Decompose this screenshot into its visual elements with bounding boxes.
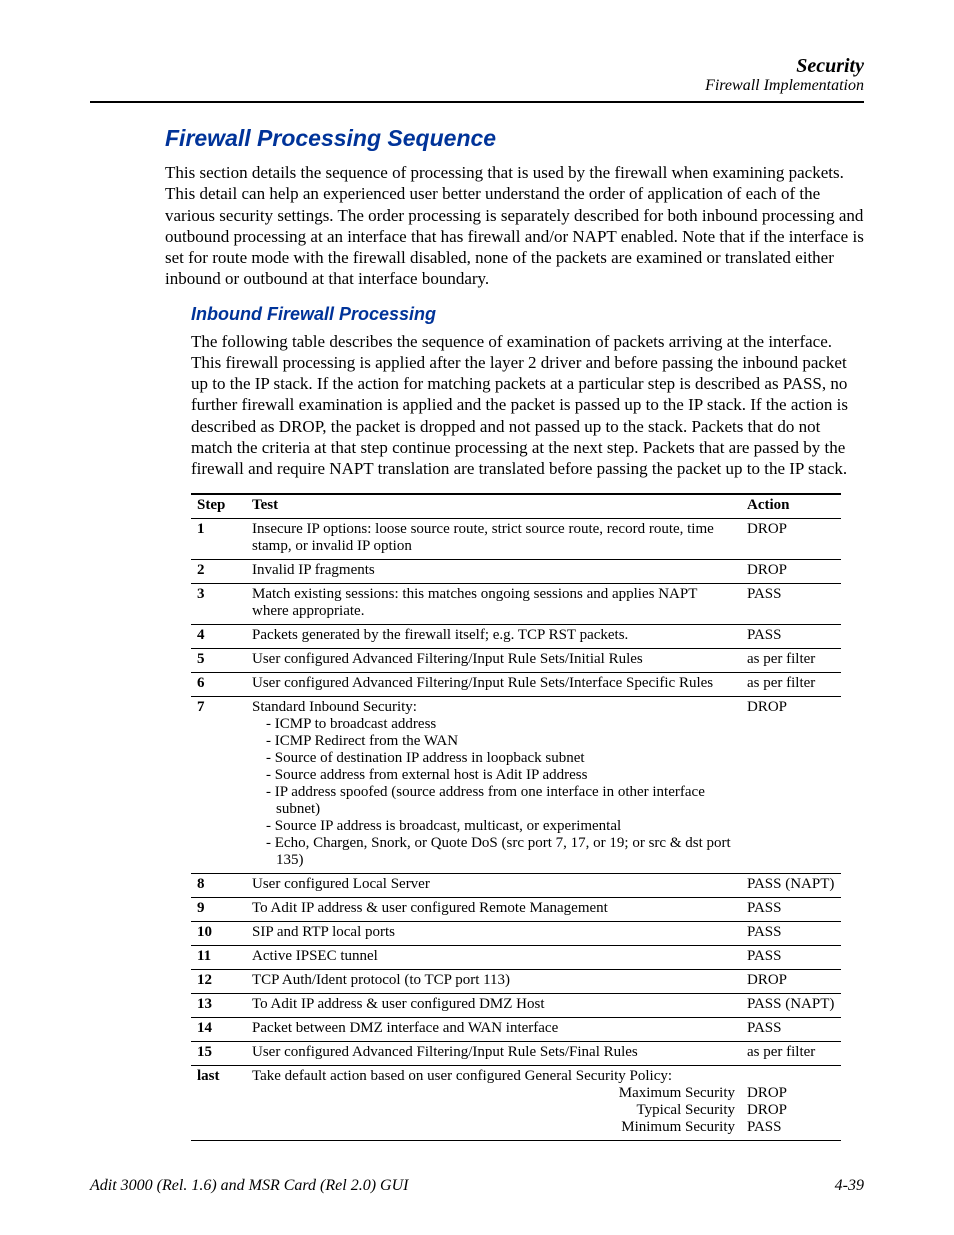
- list-item: - Source of destination IP address in lo…: [266, 750, 735, 767]
- test-cell: Invalid IP fragments: [246, 560, 741, 584]
- action-cell: PASS (NAPT): [741, 994, 841, 1018]
- main-content: Firewall Processing Sequence This sectio…: [90, 125, 864, 1141]
- step-cell: 1: [191, 519, 246, 560]
- action-cell: PASS: [741, 1018, 841, 1042]
- table-row: 12 TCP Auth/Ident protocol (to TCP port …: [191, 970, 841, 994]
- table-row: 3 Match existing sessions: this matches …: [191, 584, 841, 625]
- last-action-item: DROP: [747, 1085, 835, 1102]
- table-row: 8 User configured Local Server PASS (NAP…: [191, 874, 841, 898]
- action-cell: DROP DROP PASS: [741, 1066, 841, 1141]
- step-cell: 11: [191, 946, 246, 970]
- running-chapter: Security: [90, 55, 864, 77]
- header-rule: [90, 101, 864, 103]
- action-cell: DROP: [741, 697, 841, 874]
- subsection-paragraph: The following table describes the sequen…: [165, 331, 864, 480]
- test-cell: Active IPSEC tunnel: [246, 946, 741, 970]
- step-cell: 4: [191, 625, 246, 649]
- test-cell: To Adit IP address & user configured Rem…: [246, 898, 741, 922]
- action-cell: PASS: [741, 922, 841, 946]
- step-cell: 7: [191, 697, 246, 874]
- section-heading: Firewall Processing Sequence: [165, 125, 864, 152]
- table-row: 10 SIP and RTP local ports PASS: [191, 922, 841, 946]
- action-cell: DROP: [741, 970, 841, 994]
- test-cell: User configured Advanced Filtering/Input…: [246, 1042, 741, 1066]
- step-cell: last: [191, 1066, 246, 1141]
- step-cell: 2: [191, 560, 246, 584]
- table-header-row: Step Test Action: [191, 494, 841, 519]
- test-cell: Packet between DMZ interface and WAN int…: [246, 1018, 741, 1042]
- list-item: - IP address spoofed (source address fro…: [266, 784, 735, 818]
- last-action-item: PASS: [747, 1119, 835, 1136]
- table-row: 15 User configured Advanced Filtering/In…: [191, 1042, 841, 1066]
- table-row: 1 Insecure IP options: loose source rout…: [191, 519, 841, 560]
- col-test: Test: [246, 494, 741, 519]
- action-cell: PASS: [741, 898, 841, 922]
- step-cell: 5: [191, 649, 246, 673]
- last-test-item: Maximum Security: [252, 1085, 735, 1102]
- action-cell: as per filter: [741, 1042, 841, 1066]
- action-cell: as per filter: [741, 649, 841, 673]
- step-cell: 8: [191, 874, 246, 898]
- test-cell: User configured Local Server: [246, 874, 741, 898]
- action-cell: PASS (NAPT): [741, 874, 841, 898]
- table-row: 11 Active IPSEC tunnel PASS: [191, 946, 841, 970]
- test-cell: User configured Advanced Filtering/Input…: [246, 649, 741, 673]
- action-cell: PASS: [741, 625, 841, 649]
- table-row: 5 User configured Advanced Filtering/Inp…: [191, 649, 841, 673]
- step-cell: 6: [191, 673, 246, 697]
- table-row: 9 To Adit IP address & user configured R…: [191, 898, 841, 922]
- table-row: 4 Packets generated by the firewall itse…: [191, 625, 841, 649]
- action-cell: PASS: [741, 584, 841, 625]
- running-section: Firewall Implementation: [90, 77, 864, 95]
- page-footer: Adit 3000 (Rel. 1.6) and MSR Card (Rel 2…: [90, 1177, 864, 1195]
- test-list: - ICMP to broadcast address - ICMP Redir…: [252, 716, 735, 869]
- last-test-head: Take default action based on user config…: [252, 1068, 735, 1085]
- action-cell: DROP: [741, 560, 841, 584]
- table-body: 1 Insecure IP options: loose source rout…: [191, 519, 841, 1141]
- test-cell: Insecure IP options: loose source route,…: [246, 519, 741, 560]
- step-cell: 3: [191, 584, 246, 625]
- last-test-item: Minimum Security: [252, 1119, 735, 1136]
- processing-table: Step Test Action 1 Insecure IP options: …: [191, 493, 841, 1141]
- action-cell: PASS: [741, 946, 841, 970]
- test-cell: Match existing sessions: this matches on…: [246, 584, 741, 625]
- table-row: 2 Invalid IP fragments DROP: [191, 560, 841, 584]
- table-row: 13 To Adit IP address & user configured …: [191, 994, 841, 1018]
- table-row: 14 Packet between DMZ interface and WAN …: [191, 1018, 841, 1042]
- test-cell: Standard Inbound Security: - ICMP to bro…: [246, 697, 741, 874]
- intro-paragraph: This section details the sequence of pro…: [165, 162, 864, 290]
- last-test-item: Typical Security: [252, 1102, 735, 1119]
- table-row: 7 Standard Inbound Security: - ICMP to b…: [191, 697, 841, 874]
- test-cell: TCP Auth/Ident protocol (to TCP port 113…: [246, 970, 741, 994]
- list-item: - ICMP Redirect from the WAN: [266, 733, 735, 750]
- list-item: - ICMP to broadcast address: [266, 716, 735, 733]
- col-action: Action: [741, 494, 841, 519]
- test-cell: To Adit IP address & user configured DMZ…: [246, 994, 741, 1018]
- list-item: - Source IP address is broadcast, multic…: [266, 818, 735, 835]
- test-head: Standard Inbound Security:: [252, 699, 735, 716]
- running-head: Security Firewall Implementation: [90, 55, 864, 95]
- action-cell: DROP: [741, 519, 841, 560]
- test-cell: Take default action based on user config…: [246, 1066, 741, 1141]
- footer-left: Adit 3000 (Rel. 1.6) and MSR Card (Rel 2…: [90, 1177, 408, 1195]
- subsection-heading: Inbound Firewall Processing: [165, 304, 864, 325]
- step-cell: 15: [191, 1042, 246, 1066]
- page: Security Firewall Implementation Firewal…: [0, 0, 954, 1235]
- step-cell: 9: [191, 898, 246, 922]
- test-cell: Packets generated by the firewall itself…: [246, 625, 741, 649]
- last-action-item: DROP: [747, 1102, 835, 1119]
- list-item: - Source address from external host is A…: [266, 767, 735, 784]
- step-cell: 10: [191, 922, 246, 946]
- step-cell: 12: [191, 970, 246, 994]
- table-row-last: last Take default action based on user c…: [191, 1066, 841, 1141]
- test-cell: User configured Advanced Filtering/Input…: [246, 673, 741, 697]
- col-step: Step: [191, 494, 246, 519]
- table-row: 6 User configured Advanced Filtering/Inp…: [191, 673, 841, 697]
- action-cell: as per filter: [741, 673, 841, 697]
- test-cell: SIP and RTP local ports: [246, 922, 741, 946]
- footer-right: 4-39: [835, 1177, 864, 1195]
- step-cell: 13: [191, 994, 246, 1018]
- list-item: - Echo, Chargen, Snork, or Quote DoS (sr…: [266, 835, 735, 869]
- step-cell: 14: [191, 1018, 246, 1042]
